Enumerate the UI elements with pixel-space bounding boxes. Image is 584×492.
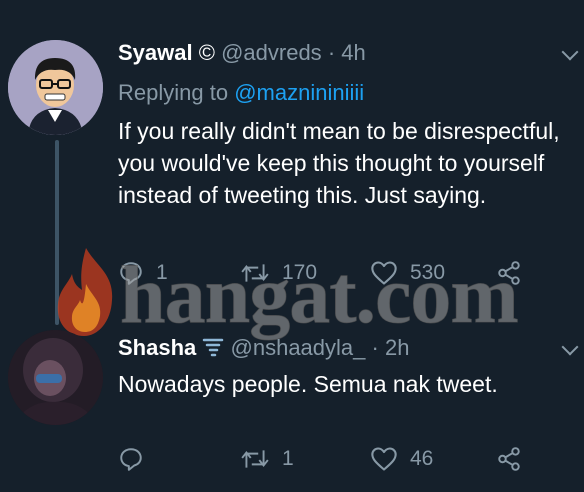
like-button[interactable]: 530	[370, 260, 445, 286]
like-button[interactable]: 46	[370, 446, 433, 472]
reply-button[interactable]: 1	[118, 260, 168, 286]
user-handle[interactable]: @advreds	[221, 40, 322, 65]
user-handle[interactable]: @nshaadyla_	[231, 335, 366, 360]
tweet-text: Nowadays people. Semua nak tweet.	[118, 371, 498, 397]
retweet-button[interactable]: 1	[240, 446, 294, 472]
mention-link[interactable]: @maznininiiii	[234, 80, 364, 105]
tweet-text: If you really didn't mean to be disrespe…	[118, 118, 560, 208]
separator: ·	[371, 335, 379, 360]
avatar[interactable]	[8, 40, 103, 135]
display-name[interactable]: Shasha	[118, 335, 196, 360]
like-count: 530	[410, 261, 446, 284]
tweet-header: Syawal © @advreds · 4h	[118, 40, 366, 66]
thread-line	[55, 140, 59, 325]
timestamp[interactable]: 4h	[341, 40, 365, 65]
retweet-icon	[241, 264, 269, 282]
tweet-shasha[interactable]: Shasha @nshaadyla_ · 2h Nowadays people.…	[0, 318, 584, 492]
replying-prefix: Replying to	[118, 80, 229, 105]
retweet-count: 170	[282, 261, 318, 284]
separator: ·	[327, 40, 336, 65]
tornado-icon	[203, 338, 224, 357]
retweet-icon	[241, 450, 269, 468]
share-button[interactable]	[496, 260, 522, 286]
replying-to: Replying to @maznininiiii	[118, 80, 364, 106]
like-count: 46	[410, 447, 434, 470]
display-name[interactable]: Syawal	[118, 40, 193, 65]
action-bar: 1 46	[118, 446, 538, 478]
reply-button[interactable]	[118, 446, 156, 472]
avatar-cartoon-icon	[8, 40, 103, 135]
timestamp[interactable]: 2h	[385, 335, 409, 360]
action-bar: 1 170 530	[118, 260, 538, 292]
share-icon	[498, 447, 520, 471]
tweet-header: Shasha @nshaadyla_ · 2h	[118, 335, 409, 361]
retweet-button[interactable]: 170	[240, 260, 317, 286]
avatar[interactable]	[8, 330, 103, 425]
heart-icon	[371, 261, 397, 285]
share-icon	[498, 261, 520, 285]
retweet-count: 1	[282, 447, 294, 470]
chevron-down-icon[interactable]	[561, 338, 579, 356]
verified-glyph: ©	[198, 40, 215, 65]
chevron-down-icon[interactable]	[561, 43, 579, 61]
reply-icon	[120, 262, 142, 285]
avatar-photo-icon	[8, 330, 103, 425]
reply-count: 1	[156, 261, 168, 284]
share-button[interactable]	[496, 446, 522, 472]
reply-icon	[120, 448, 142, 471]
tweet-syawal[interactable]: Syawal © @advreds · 4h Replying to @mazn…	[0, 0, 584, 325]
heart-icon	[371, 447, 397, 471]
